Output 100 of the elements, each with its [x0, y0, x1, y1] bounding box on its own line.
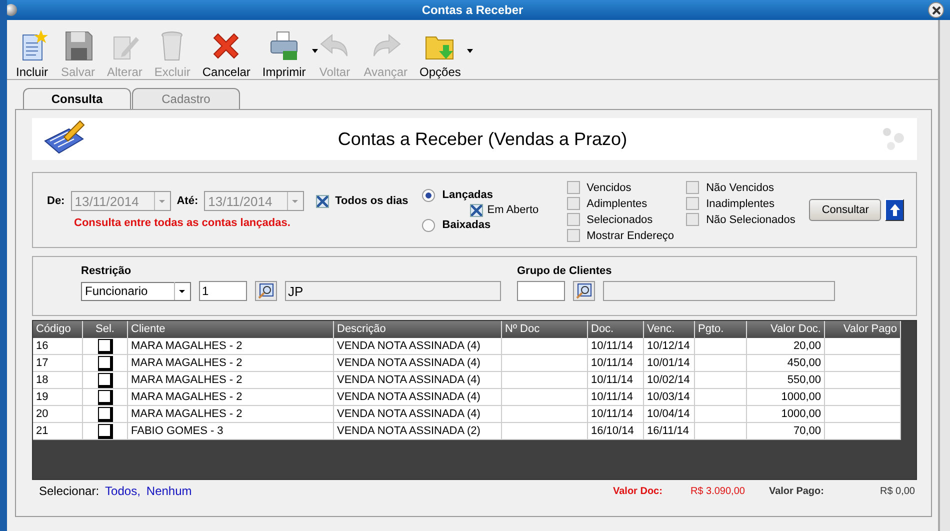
checkbox-label: Selecionados — [586, 214, 653, 226]
table-cell: 10/03/14 — [644, 389, 695, 406]
checkbox[interactable] — [566, 181, 580, 194]
total-value: R$ 0,00 — [880, 486, 915, 496]
table-cell: 17 — [33, 355, 83, 372]
select-link[interactable]: Nenhum — [146, 484, 192, 498]
toolbar-button[interactable]: Imprimir — [260, 29, 308, 79]
banner-title: Contas a Receber (Vendas a Prazo) — [336, 128, 628, 150]
table-cell: FABIO GOMES - 3 — [128, 423, 334, 440]
table-cell: 16 — [33, 338, 83, 355]
close-button[interactable] — [928, 2, 944, 18]
checkbox-label: Mostrar Endereço — [586, 230, 674, 242]
table-cell: 450,00 — [747, 355, 825, 372]
checkbox-label: Inadimplentes — [706, 198, 775, 210]
checkbox[interactable] — [566, 229, 580, 242]
table-cell: 18 — [33, 372, 83, 389]
checkbox[interactable] — [566, 213, 580, 226]
total-label: Valor Doc: — [612, 486, 662, 496]
column-header[interactable]: Pgto. — [695, 321, 747, 338]
table-cell — [695, 423, 747, 440]
column-header[interactable]: Código — [33, 321, 83, 338]
window-title: Contas a Receber — [420, 3, 524, 17]
radio-label: Baixadas — [442, 219, 491, 231]
checkbox[interactable] — [470, 204, 484, 216]
column-header[interactable]: Cliente — [128, 321, 334, 338]
table-cell: VENDA NOTA ASSINADA (4) — [334, 372, 502, 389]
checkbox[interactable] — [686, 197, 700, 210]
row-checkbox[interactable] — [98, 424, 112, 438]
code-field[interactable]: 1 — [199, 281, 247, 301]
row-checkbox[interactable] — [98, 338, 112, 354]
total-value: R$ 3.090,00 — [690, 486, 745, 496]
checkbox-label: Todos os dias — [335, 195, 408, 207]
search-button[interactable] — [573, 281, 595, 301]
toolbar-button[interactable]: Incluir — [13, 29, 51, 79]
table-cell: 10/11/14 — [588, 372, 644, 389]
table-cell: VENDA NOTA ASSINADA (4) — [334, 389, 502, 406]
group-code-field[interactable] — [517, 281, 565, 301]
table-cell: 10/01/14 — [644, 355, 695, 372]
row-checkbox[interactable] — [98, 390, 112, 404]
table-cell: MARA MAGALHES - 2 — [128, 338, 334, 355]
checkbox-label: Vencidos — [586, 182, 632, 194]
field-label: De: — [47, 195, 65, 207]
name-field: JP — [285, 281, 501, 301]
radio-label: Lançadas — [442, 189, 494, 201]
checkbox[interactable] — [316, 194, 330, 208]
table-cell: 10/11/14 — [588, 389, 644, 406]
toolbar-button[interactable]: Opções — [418, 29, 463, 79]
checkbox-label: Em Aberto — [487, 204, 539, 216]
row-checkbox[interactable] — [98, 356, 112, 370]
table-cell: VENDA NOTA ASSINADA (4) — [334, 406, 502, 423]
window-orb-icon — [7, 4, 17, 16]
column-header[interactable]: Venc. — [644, 321, 695, 338]
tab[interactable]: Cadastro — [132, 88, 240, 109]
table-cell: 70,00 — [747, 423, 825, 440]
checkbox-label: Não Selecionados — [706, 214, 796, 226]
table-cell: VENDA NOTA ASSINADA (2) — [334, 423, 502, 440]
checkbox[interactable] — [686, 213, 700, 226]
table-cell: 10/04/14 — [644, 406, 695, 423]
table-cell: 16/10/14 — [588, 423, 644, 440]
table-cell: MARA MAGALHES - 2 — [128, 355, 334, 372]
radio-button[interactable] — [422, 218, 436, 232]
table-cell: 10/11/14 — [588, 406, 644, 423]
date-field[interactable]: 13/11/2014 — [70, 191, 171, 211]
table-cell: 10/02/14 — [644, 372, 695, 389]
radio-button[interactable] — [422, 188, 436, 202]
tab[interactable]: Consulta — [23, 88, 131, 109]
table-cell: 20 — [33, 406, 83, 423]
info-message: Consulta entre todas as contas lançadas. — [73, 217, 292, 229]
column-header[interactable]: Nº Doc — [502, 321, 588, 338]
column-header[interactable]: Sel. — [83, 321, 128, 338]
table-cell: 10/11/14 — [588, 338, 644, 355]
table-cell: VENDA NOTA ASSINADA (4) — [334, 338, 502, 355]
up-arrow-button[interactable] — [885, 199, 904, 221]
table-cell — [695, 406, 747, 423]
table-cell — [695, 355, 747, 372]
restriction-dropdown[interactable]: Funcionario — [81, 282, 191, 300]
table-cell: 19 — [33, 389, 83, 406]
up-arrow-icon — [888, 203, 901, 217]
column-header[interactable]: Valor Pago — [825, 321, 901, 338]
table-cell: 10/12/14 — [644, 338, 695, 355]
table-cell: MARA MAGALHES - 2 — [128, 389, 334, 406]
toolbar-button[interactable]: Cancelar — [200, 29, 252, 79]
field-label: Grupo de Clientes — [517, 265, 613, 277]
checkbox-label: Não Vencidos — [706, 182, 774, 194]
date-field[interactable]: 13/11/2014 — [204, 191, 304, 211]
column-header[interactable]: Descrição — [334, 321, 502, 338]
close-icon — [932, 6, 940, 14]
checkbox[interactable] — [566, 197, 580, 210]
table-cell: 1000,00 — [747, 389, 825, 406]
table-cell: 21 — [33, 423, 83, 440]
table-cell: 16/11/14 — [644, 423, 695, 440]
column-header[interactable]: Valor Doc. — [747, 321, 825, 338]
row-checkbox[interactable] — [98, 372, 112, 388]
select-link[interactable]: Todos, — [105, 484, 140, 498]
search-button[interactable] — [255, 281, 277, 301]
checkbox[interactable] — [686, 181, 700, 194]
row-checkbox[interactable] — [98, 406, 112, 422]
column-header[interactable]: Doc. — [588, 321, 644, 338]
checkbox-label: Adimplentes — [586, 198, 648, 210]
consult-button[interactable]: Consultar — [809, 199, 882, 221]
